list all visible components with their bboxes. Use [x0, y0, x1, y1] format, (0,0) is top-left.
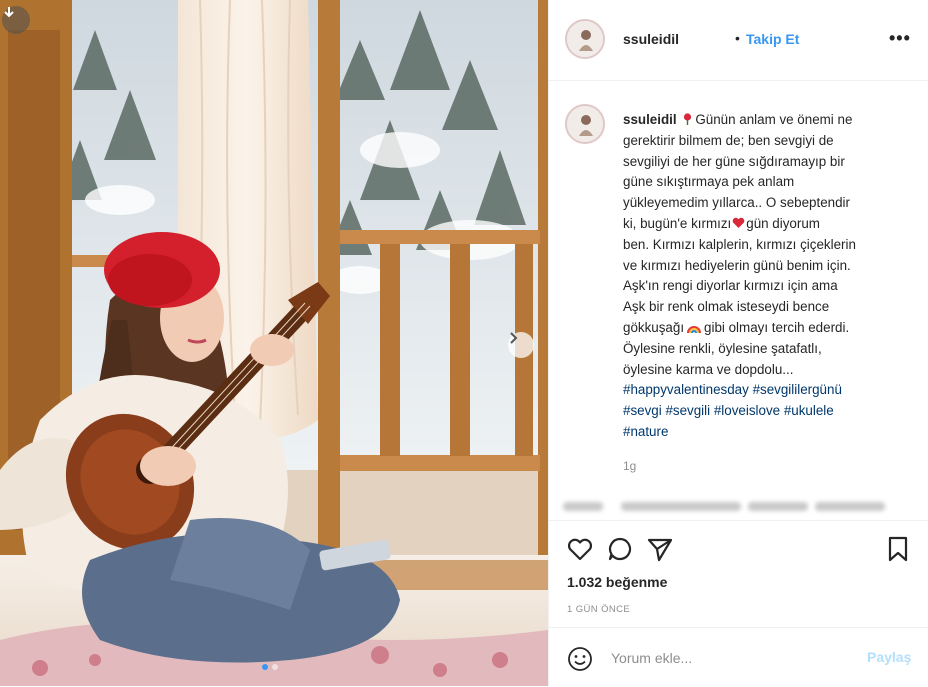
header-separator: • — [735, 30, 740, 46]
avatar-image — [567, 106, 603, 142]
caption-line: Günün anlam ve önemi ne — [695, 112, 853, 127]
post-photo[interactable] — [0, 0, 548, 686]
bookmark-icon[interactable] — [883, 534, 913, 564]
caption-section: ssuleidil Günün anlam ve önemi ne gerekt… — [549, 81, 928, 501]
hashtag-link[interactable]: #loveislove — [714, 403, 780, 418]
download-icon — [4, 7, 14, 18]
rainbow-emoji-icon — [687, 325, 702, 334]
caption-line: ki, bugün'e kırmızı — [623, 215, 732, 231]
caption-line: Aşk bir renk olmak isteseydi bence — [623, 299, 830, 315]
blurred-text — [815, 502, 885, 511]
carousel-next-button[interactable] — [508, 332, 534, 358]
caption-line: ve kırmızı hediyelerin günü benim için. — [623, 257, 851, 273]
likes-count[interactable]: 1.032 beğenme — [567, 574, 667, 590]
header-username[interactable]: ssuleidil — [623, 31, 679, 47]
smiley-icon[interactable] — [567, 646, 593, 672]
caption-line: gibi olmayı tercih ederdi. — [704, 319, 850, 335]
comment-icon[interactable] — [605, 534, 635, 564]
heart-icon[interactable] — [565, 534, 595, 564]
hashtag-link[interactable]: #ukulele — [784, 403, 834, 418]
blurred-comment — [563, 499, 923, 513]
caption-line: yükleyemedim yıllarca.. O sebeptendir — [623, 195, 850, 211]
blurred-text — [563, 502, 603, 511]
download-button[interactable] — [2, 6, 30, 34]
post-comment-button[interactable]: Paylaş — [867, 649, 911, 665]
rose-emoji-icon — [684, 113, 692, 125]
heart-emoji-icon — [732, 217, 745, 228]
caption-line: gökkuşağı — [623, 319, 685, 335]
send-icon[interactable] — [645, 534, 675, 564]
chevron-right-icon — [510, 332, 518, 344]
caption-line: Öylesine renkli, öylesine şatafatlı, — [623, 340, 822, 356]
post-date: 1 GÜN ÖNCE — [567, 604, 631, 615]
caption-line: gün diyorum — [746, 215, 820, 231]
hashtag-link[interactable]: #sevgi — [623, 403, 662, 418]
caption-line: öylesine karma ve dopdolu... — [623, 361, 794, 377]
caption-avatar[interactable] — [565, 104, 605, 144]
post-side-panel: ssuleidil • Takip Et ••• ssuleidil Günün… — [548, 0, 928, 686]
follow-button[interactable]: Takip Et — [746, 31, 799, 47]
caption-line: Aşk'ın rengi diyorlar kırmızı için ama — [623, 278, 838, 294]
caption-text: ssuleidil Günün anlam ve önemi ne gerekt… — [623, 110, 913, 443]
carousel-dot — [272, 664, 278, 670]
caption-line: güne sıkıştırmaya pek anlam — [623, 174, 795, 190]
avatar-image — [567, 21, 603, 57]
post-header: ssuleidil • Takip Et ••• — [549, 0, 928, 81]
carousel-dot-active — [262, 664, 268, 670]
blurred-text — [621, 502, 741, 511]
hashtag-link[interactable]: #sevgili — [665, 403, 710, 418]
instagram-post: ssuleidil • Takip Et ••• ssuleidil Günün… — [0, 0, 928, 686]
avatar[interactable] — [565, 19, 605, 59]
hashtag-link[interactable]: #nature — [623, 424, 668, 439]
photo-illustration — [0, 0, 548, 686]
comment-input[interactable] — [611, 646, 841, 670]
blurred-text — [748, 502, 808, 511]
hashtag-link[interactable]: #sevgililergünü — [753, 382, 842, 397]
caption-line: gerektirir bilmem de; ben sevgiyi de — [623, 132, 834, 148]
caption-line: sevgiliyi de her güne sığdıramayıp bir — [623, 153, 845, 169]
caption-line: ben. Kırmızı kalplerin, kırmızı çiçekler… — [623, 236, 856, 252]
caption-username[interactable]: ssuleidil — [623, 112, 677, 127]
hashtag-link[interactable]: #happyvalentinesday — [623, 382, 749, 397]
carousel-indicator — [262, 664, 278, 670]
more-options-button[interactable]: ••• — [889, 28, 911, 49]
caption-timestamp[interactable]: 1g — [623, 459, 636, 473]
comment-bar: Paylaş — [549, 627, 928, 687]
